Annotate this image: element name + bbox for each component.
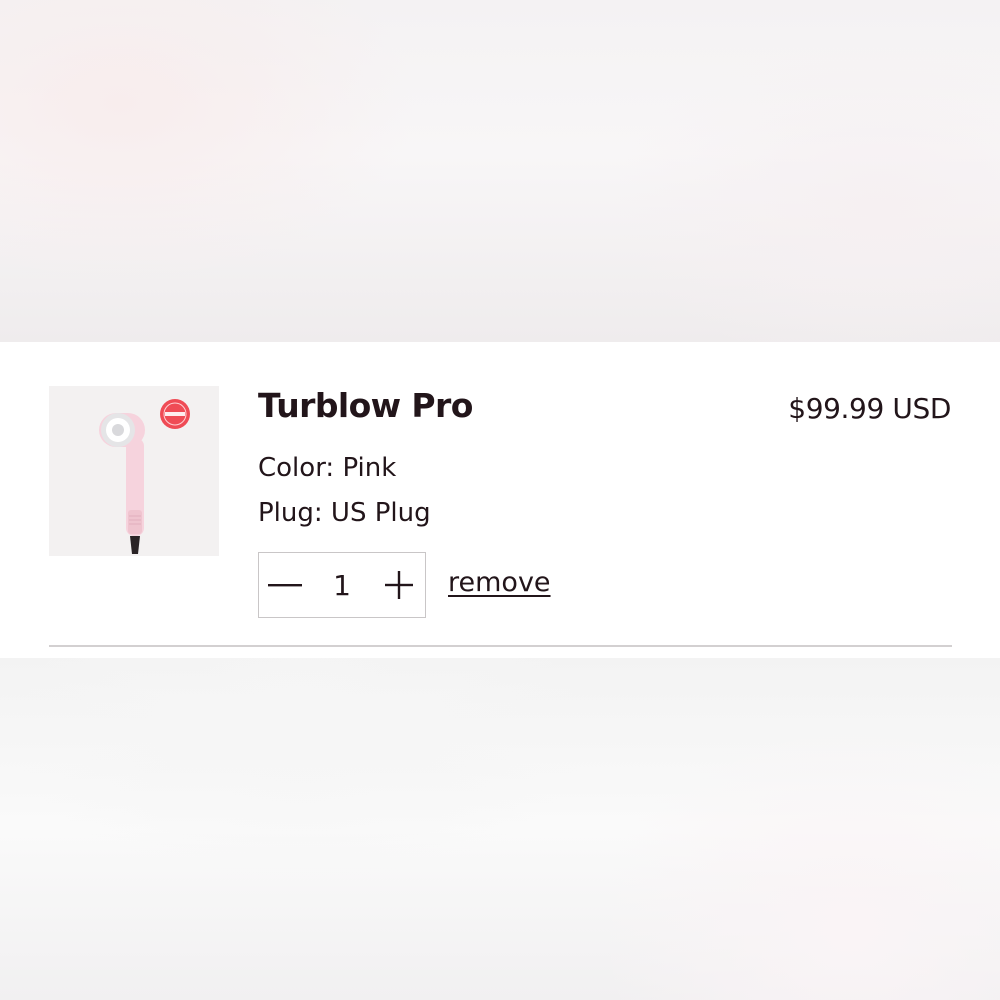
award-badge-icon <box>160 399 190 429</box>
quantity-stepper: 1 <box>258 552 426 618</box>
product-image[interactable] <box>49 386 219 556</box>
hair-dryer-icon <box>99 399 190 554</box>
product-title[interactable]: Turblow Pro <box>258 386 473 425</box>
decrease-quantity-button[interactable] <box>259 553 311 617</box>
remove-link[interactable]: remove <box>448 567 551 598</box>
blurred-background-bottom <box>0 658 1000 1000</box>
cart-line-item: Turblow Pro $99.99 USD Color: Pink Plug:… <box>0 342 1000 658</box>
blurred-background-top <box>0 0 1000 342</box>
product-price: $99.99 USD <box>788 392 951 425</box>
color-option: Color: Pink <box>258 453 397 483</box>
quantity-value[interactable]: 1 <box>333 569 351 602</box>
plug-option: Plug: US Plug <box>258 498 431 528</box>
plus-icon <box>384 571 413 599</box>
divider <box>49 645 952 647</box>
minus-icon <box>268 584 302 587</box>
increase-quantity-button[interactable] <box>373 553 425 617</box>
